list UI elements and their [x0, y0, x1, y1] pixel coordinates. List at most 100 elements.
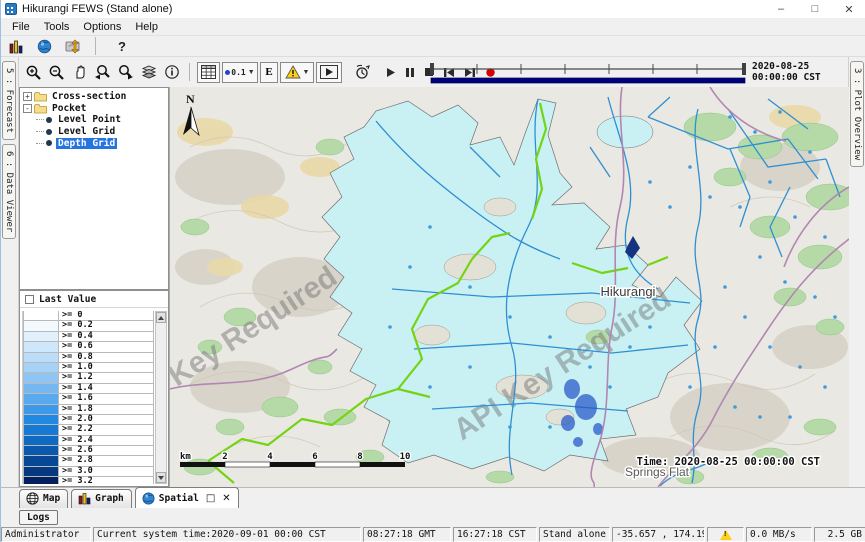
warning-triangle-icon [285, 65, 301, 79]
right-tab-strip: 3 : Plot Overview [848, 57, 865, 487]
zoom-in-icon[interactable] [23, 62, 44, 83]
tree-item[interactable]: Level Point [23, 114, 168, 126]
legend-row[interactable]: >= 0.6 [23, 342, 154, 352]
svg-text:10: 10 [400, 452, 411, 462]
tree-connector [36, 131, 44, 132]
tree-connector [36, 143, 44, 144]
legend-button-label: E [265, 66, 272, 78]
menu-item[interactable]: Options [76, 18, 128, 36]
menu-item[interactable]: File [5, 18, 37, 36]
maximize-button[interactable]: □ [798, 0, 832, 18]
tree-item-label: Depth Grid [56, 138, 117, 149]
legend-color-swatch [23, 342, 59, 352]
tab-close-icon[interactable]: ✕ [222, 493, 230, 504]
tree-item-label: Cross-section [50, 91, 128, 102]
spatial-display-icon[interactable] [62, 36, 83, 57]
status-download-rate: 0.0 MB/s [746, 527, 812, 542]
status-memory: 2.5 GB [814, 527, 865, 542]
legend-color-swatch [23, 436, 59, 446]
toolbar-separator [95, 37, 96, 55]
legend-toggle-button[interactable]: E [260, 62, 278, 83]
layers-icon[interactable] [138, 62, 159, 83]
logs-button[interactable]: Logs [19, 510, 58, 525]
app-logo-icon [5, 3, 17, 15]
tree-expander-icon[interactable]: + [23, 92, 32, 101]
last-value-checkbox[interactable] [25, 295, 34, 304]
timeline-slider[interactable] [429, 61, 747, 84]
thresholds-dropdown[interactable]: ▼ [280, 62, 314, 83]
tree-expander-icon[interactable]: - [23, 104, 32, 113]
legend-row[interactable]: >= 3.2 [23, 477, 154, 484]
minimize-button[interactable]: – [764, 0, 798, 18]
svg-text:8: 8 [357, 452, 362, 462]
legend-classes-list: >= 0 >= 0.2 >= 0.4 >= 0.6 [22, 311, 154, 484]
tree-item[interactable]: + Cross-section [23, 91, 168, 103]
bar-chart-icon [78, 492, 91, 505]
bottom-tab-bar: Map Graph Spatial □ ✕ [1, 487, 865, 508]
pan-hand-icon[interactable] [69, 62, 90, 83]
legend-color-swatch [23, 311, 59, 321]
application-window: Hikurangi FEWS (Stand alone) – □ ✕ FileT… [0, 0, 865, 542]
title-bar[interactable]: Hikurangi FEWS (Stand alone) – □ ✕ [1, 0, 865, 18]
menu-item[interactable]: Tools [37, 18, 77, 36]
tree-item-label: Pocket [50, 103, 88, 114]
map-globe-icon[interactable] [34, 36, 55, 57]
tab-graph-label: Graph [95, 493, 124, 504]
zoom-previous-icon[interactable] [92, 62, 113, 83]
scroll-up-icon[interactable] [156, 312, 166, 323]
grid-display-button[interactable] [197, 62, 220, 83]
tab-graph[interactable]: Graph [71, 489, 132, 508]
svg-text:4: 4 [267, 452, 273, 462]
tree-item[interactable]: - Pocket [23, 103, 168, 115]
status-system-time: Current system time:2020-09-01 00:00 CST [93, 527, 361, 542]
menu-item[interactable]: Help [128, 18, 165, 36]
toolbar-separator [189, 63, 190, 81]
legend-title: Last Value [39, 294, 96, 305]
legend-scrollbar[interactable] [155, 311, 167, 484]
tab-data-viewer[interactable]: 6 : Data Viewer [2, 144, 16, 239]
legend-color-swatch [23, 394, 59, 404]
status-user: Administrator [1, 527, 91, 542]
tab-plot-overview[interactable]: 3 : Plot Overview [850, 61, 864, 167]
help-button[interactable]: ? [118, 39, 126, 54]
tree-item[interactable]: Depth Grid [23, 137, 168, 149]
animation-settings-icon[interactable] [352, 62, 373, 83]
legend-color-swatch [23, 373, 59, 383]
tab-forecast[interactable]: 5 : Forecast [2, 61, 16, 140]
animation-display-button[interactable] [316, 62, 342, 83]
play-button[interactable] [385, 67, 396, 78]
close-button[interactable]: ✕ [832, 0, 865, 18]
zoom-out-icon[interactable] [46, 62, 67, 83]
legend-color-swatch [23, 363, 59, 373]
parameter-bullet-icon [46, 117, 52, 123]
main-toolbar: ? [1, 36, 865, 57]
tab-map[interactable]: Map [19, 489, 68, 508]
status-gmt-time: 08:27:18 GMT [363, 527, 451, 542]
legend-row[interactable]: >= 1.6 [23, 394, 154, 404]
menu-bar: FileToolsOptionsHelp [1, 18, 865, 36]
status-warning[interactable] [707, 527, 744, 542]
info-icon[interactable] [161, 62, 182, 83]
legend-color-swatch [23, 384, 59, 394]
spatial-map[interactable]: API Key Required API Key Required [169, 87, 848, 487]
scroll-down-icon[interactable] [156, 472, 166, 483]
point-size-dropdown[interactable]: 0.1 ▼ [222, 62, 258, 83]
svg-text:2: 2 [222, 452, 227, 462]
legend-color-swatch [23, 425, 59, 435]
globe-icon [142, 492, 155, 505]
legend-color-swatch [23, 477, 59, 484]
tab-spatial[interactable]: Spatial □ ✕ [135, 487, 239, 508]
legend-value-label: >= 3.2 [59, 477, 154, 484]
logs-row: Logs [1, 508, 865, 526]
map-canvas[interactable]: API Key Required API Key Required [170, 87, 849, 487]
folder-icon [34, 103, 47, 114]
map-time-overlay: Time: 2020-08-25 00:00:00 CST [637, 456, 820, 468]
tab-maximize-icon[interactable]: □ [206, 493, 215, 504]
legend-header: Last Value [20, 291, 168, 308]
forecast-chart-icon[interactable] [6, 36, 27, 57]
tree-item[interactable]: Level Grid [23, 126, 168, 138]
timeline-start-handle [430, 63, 434, 75]
zoom-next-icon[interactable] [115, 62, 136, 83]
pause-button[interactable] [405, 67, 415, 78]
legend-color-swatch [23, 353, 59, 363]
